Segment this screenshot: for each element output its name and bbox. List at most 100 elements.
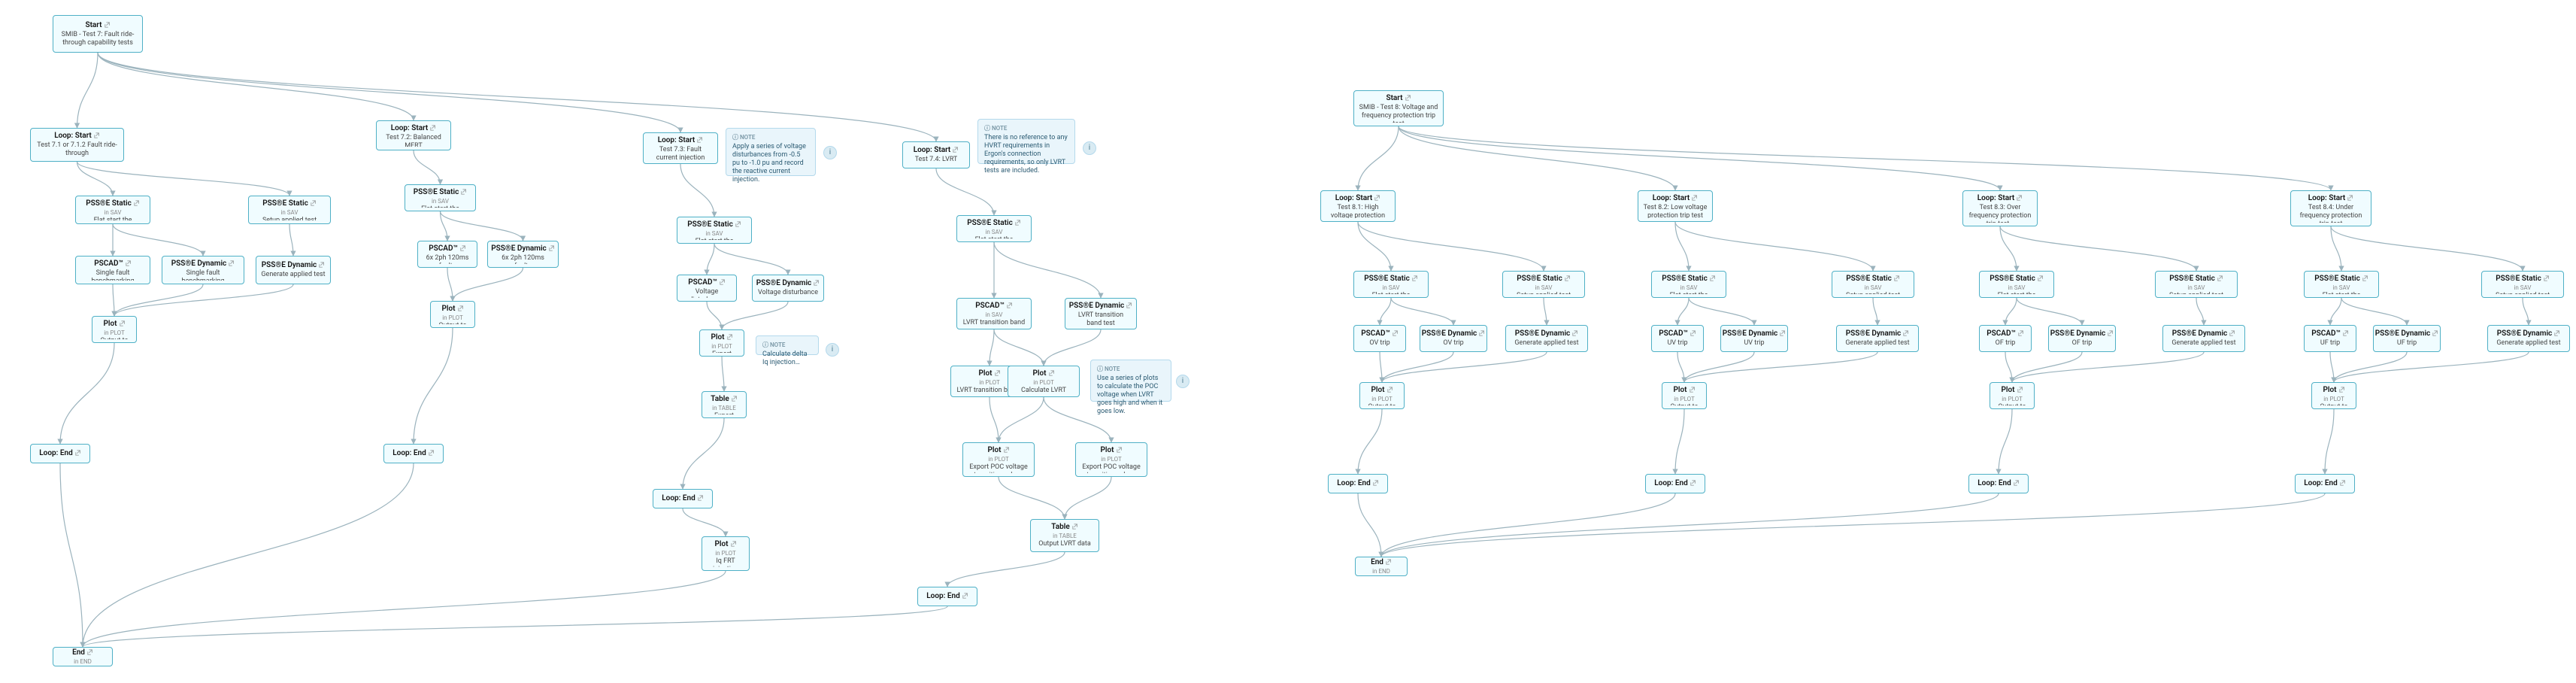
flow-node-n26[interactable]: PSS®E Staticin SAVFlat start the generat…	[956, 215, 1032, 242]
node-title: Loop: Start	[1653, 194, 1699, 203]
flow-node-n49[interactable]: Endin END	[1355, 557, 1408, 576]
node-subtitle: in SAV	[2187, 284, 2205, 291]
flow-node-n44[interactable]: PSCAD™OV trip	[1353, 325, 1406, 352]
flow-node-n33[interactable]: Tablein TABLEOutput LVRT data to CSV	[1030, 519, 1099, 552]
flow-node-n34[interactable]: Loop: End	[917, 587, 977, 606]
flow-node-n42[interactable]: PSS®E Staticin SAVFlat start the generat…	[1353, 271, 1429, 298]
flow-node-n27[interactable]: PSCAD™in SAVLVRT transition band test	[956, 298, 1032, 329]
node-title: Loop: Start	[54, 132, 100, 141]
note-info-icon[interactable]: i	[1083, 141, 1096, 155]
node-body: Setup applied test display	[253, 217, 326, 220]
flow-node-n14[interactable]: PSS®E Dynamic6x 2ph 120ms faults	[487, 241, 559, 268]
flow-node-n64[interactable]: PSCAD™OF trip	[1979, 325, 2032, 352]
flow-node-n62[interactable]: PSS®E Staticin SAVFlat start the generat…	[1979, 271, 2054, 298]
flow-node-n53[interactable]: PSS®E Staticin SAVSetup applied test dis…	[1832, 271, 1914, 298]
flow-node-n20[interactable]: PSS®E DynamicVoltage disturbance	[752, 275, 824, 302]
flow-node-n63[interactable]: PSS®E Staticin SAVSetup applied test dis…	[2155, 271, 2238, 298]
flow-node-n58[interactable]: Loop: End	[1645, 474, 1705, 493]
flow-node-n45[interactable]: PSS®E DynamicOV trip	[1420, 325, 1487, 352]
node-title: Plot	[2323, 386, 2344, 395]
external-link-icon	[2108, 329, 2114, 338]
edge-n17-n18	[680, 164, 714, 217]
flow-node-n32[interactable]: Plotin PLOTExport POC voltage transition…	[1075, 442, 1147, 477]
flow-node-n52[interactable]: PSS®E Staticin SAVFlat start the generat…	[1651, 271, 1726, 298]
note-note2[interactable]: ⓘ NOTECalculate delta Iq injection…	[756, 335, 819, 355]
flow-node-n77[interactable]: Plotin PLOTOutput to PDF	[2311, 382, 2356, 409]
flow-node-n40[interactable]: StartSMIB - Test 8: Voltage and frequenc…	[1353, 90, 1444, 126]
external-link-icon	[430, 124, 436, 133]
flow-node-n74[interactable]: PSCAD™UF trip	[2304, 325, 2356, 352]
external-link-icon	[1710, 275, 1716, 284]
external-link-icon	[229, 260, 235, 269]
flow-node-n7[interactable]: PSS®E DynamicGenerate applied test	[256, 256, 331, 284]
flow-node-n5[interactable]: PSCAD™Single fault benchmarking	[75, 256, 150, 284]
flow-node-n13[interactable]: PSCAD™6x 2ph 120ms faults	[417, 241, 477, 268]
flow-node-n11[interactable]: Loop: StartTest 7.2: Balanced MFRT	[376, 120, 451, 150]
flow-node-n25[interactable]: Loop: StartTest 7.4: LVRT	[902, 141, 970, 168]
node-body: Iq FRT injection curve delta	[707, 557, 744, 567]
flow-node-n28[interactable]: PSS®E DynamicLVRT transition band test	[1065, 298, 1137, 329]
note-header: ⓘ NOTE	[762, 341, 812, 349]
note-note3[interactable]: ⓘ NOTEThere is no reference to any HVRT …	[977, 119, 1075, 164]
flow-node-n71[interactable]: Loop: StartTest 8.4: Under frequency pro…	[2290, 190, 2371, 226]
note-note4[interactable]: ⓘ NOTEUse a series of plots to calculate…	[1090, 360, 1171, 402]
external-link-icon	[2554, 329, 2560, 338]
flow-node-n66[interactable]: PSS®E DynamicGenerate applied test	[2162, 325, 2245, 352]
flow-node-n54[interactable]: PSCAD™UV trip	[1651, 325, 1704, 352]
external-link-icon	[1072, 523, 1078, 532]
flow-node-n76[interactable]: PSS®E DynamicGenerate applied test	[2487, 325, 2570, 352]
flow-node-n17[interactable]: Loop: StartTest 7.3: Fault current injec…	[643, 132, 718, 164]
node-body: Export results	[707, 412, 741, 414]
flow-node-n61[interactable]: Loop: StartTest 8.3: Over frequency prot…	[1962, 190, 2038, 226]
flow-node-n48[interactable]: Loop: End	[1328, 474, 1388, 493]
flow-node-n1[interactable]: StartSMIB - Test 7: Fault ride-through c…	[53, 15, 143, 53]
flow-node-n72[interactable]: PSS®E Staticin SAVFlat start the generat…	[2304, 271, 2379, 298]
flow-node-n2[interactable]: Loop: StartTest 7.1 or 7.1.2 Fault ride-…	[30, 128, 124, 162]
node-body: Flat start the generator	[80, 217, 145, 220]
flow-node-n67[interactable]: Plotin PLOTOutput to PDF	[1990, 382, 2035, 409]
external-link-icon	[1690, 329, 1696, 338]
flow-node-n41[interactable]: Loop: StartTest 8.1: High voltage protec…	[1320, 190, 1396, 222]
flow-node-n19[interactable]: PSCAD™Voltage disturbance	[677, 275, 737, 302]
flow-node-n46[interactable]: PSS®E DynamicGenerate applied test	[1505, 325, 1588, 352]
flow-node-n68[interactable]: Loop: End	[1968, 474, 2029, 493]
flow-node-n18[interactable]: PSS®E Staticin SAVFlat start the generat…	[677, 217, 752, 244]
flow-node-n9[interactable]: Loop: End	[30, 444, 90, 463]
external-link-icon	[75, 449, 81, 458]
flow-node-n31[interactable]: Plotin PLOTExport POC voltage transition…	[962, 442, 1035, 477]
note-info-icon[interactable]: i	[1176, 375, 1190, 388]
flow-node-n16[interactable]: Loop: End	[383, 444, 444, 463]
flow-node-n12[interactable]: PSS®E Staticin SAVFlat start the generat…	[405, 184, 476, 211]
node-subtitle: in PLOT	[2323, 396, 2344, 402]
flow-node-n3[interactable]: PSS®E Staticin SAVFlat start the generat…	[75, 196, 150, 224]
flow-node-n24[interactable]: Plotin PLOTIq FRT injection curve delta	[702, 536, 750, 571]
node-body: SMIB - Test 7: Fault ride-through capabi…	[58, 31, 138, 47]
flow-node-n73[interactable]: PSS®E Staticin SAVSetup applied test dis…	[2481, 271, 2564, 298]
flow-node-n30[interactable]: Plotin PLOTCalculate LVRT enter and exit…	[1008, 366, 1080, 397]
flow-node-n8[interactable]: Plotin PLOTOutput to PDF	[92, 316, 137, 343]
flow-node-n51[interactable]: Loop: StartTest 8.2: Low voltage protect…	[1638, 190, 1713, 222]
flow-node-n22[interactable]: Tablein TABLEExport results	[702, 391, 747, 418]
flow-node-n10[interactable]: Endin END	[53, 647, 113, 666]
node-title: Loop: Start	[658, 136, 704, 145]
node-title: Loop: End	[926, 592, 968, 601]
flow-node-n15[interactable]: Plotin PLOTOutput to PDF	[430, 301, 475, 328]
flow-node-n57[interactable]: Plotin PLOTOutput to PDF	[1662, 382, 1707, 409]
note-info-icon[interactable]: i	[826, 343, 839, 357]
flow-node-n56[interactable]: PSS®E DynamicGenerate applied test	[1836, 325, 1919, 352]
flow-node-n21[interactable]: Plotin PLOTExport results	[699, 329, 744, 357]
flow-node-n55[interactable]: PSS®E DynamicUV trip	[1720, 325, 1788, 352]
note-note1[interactable]: ⓘ NOTEApply a series of voltage disturba…	[726, 128, 816, 176]
flow-node-n75[interactable]: PSS®E DynamicUF trip	[2373, 325, 2441, 352]
flow-node-n43[interactable]: PSS®E Staticin SAVSetup applied test dis…	[1502, 271, 1585, 298]
flow-node-n23[interactable]: Loop: End	[653, 489, 713, 508]
edge-n55-n57	[1684, 352, 1754, 382]
flow-node-n65[interactable]: PSS®E DynamicOF trip	[2048, 325, 2116, 352]
node-body: OV trip	[1443, 339, 1463, 348]
note-info-icon[interactable]: i	[823, 146, 837, 159]
flow-node-n47[interactable]: Plotin PLOTOutput to PDF	[1359, 382, 1405, 409]
flow-node-n78[interactable]: Loop: End	[2295, 474, 2355, 493]
flow-node-n6[interactable]: PSS®E DynamicSingle fault benchmarking	[162, 256, 244, 284]
flow-node-n4[interactable]: PSS®E Staticin SAVSetup applied test dis…	[248, 196, 331, 224]
node-body: Flat start the generator	[682, 238, 747, 240]
